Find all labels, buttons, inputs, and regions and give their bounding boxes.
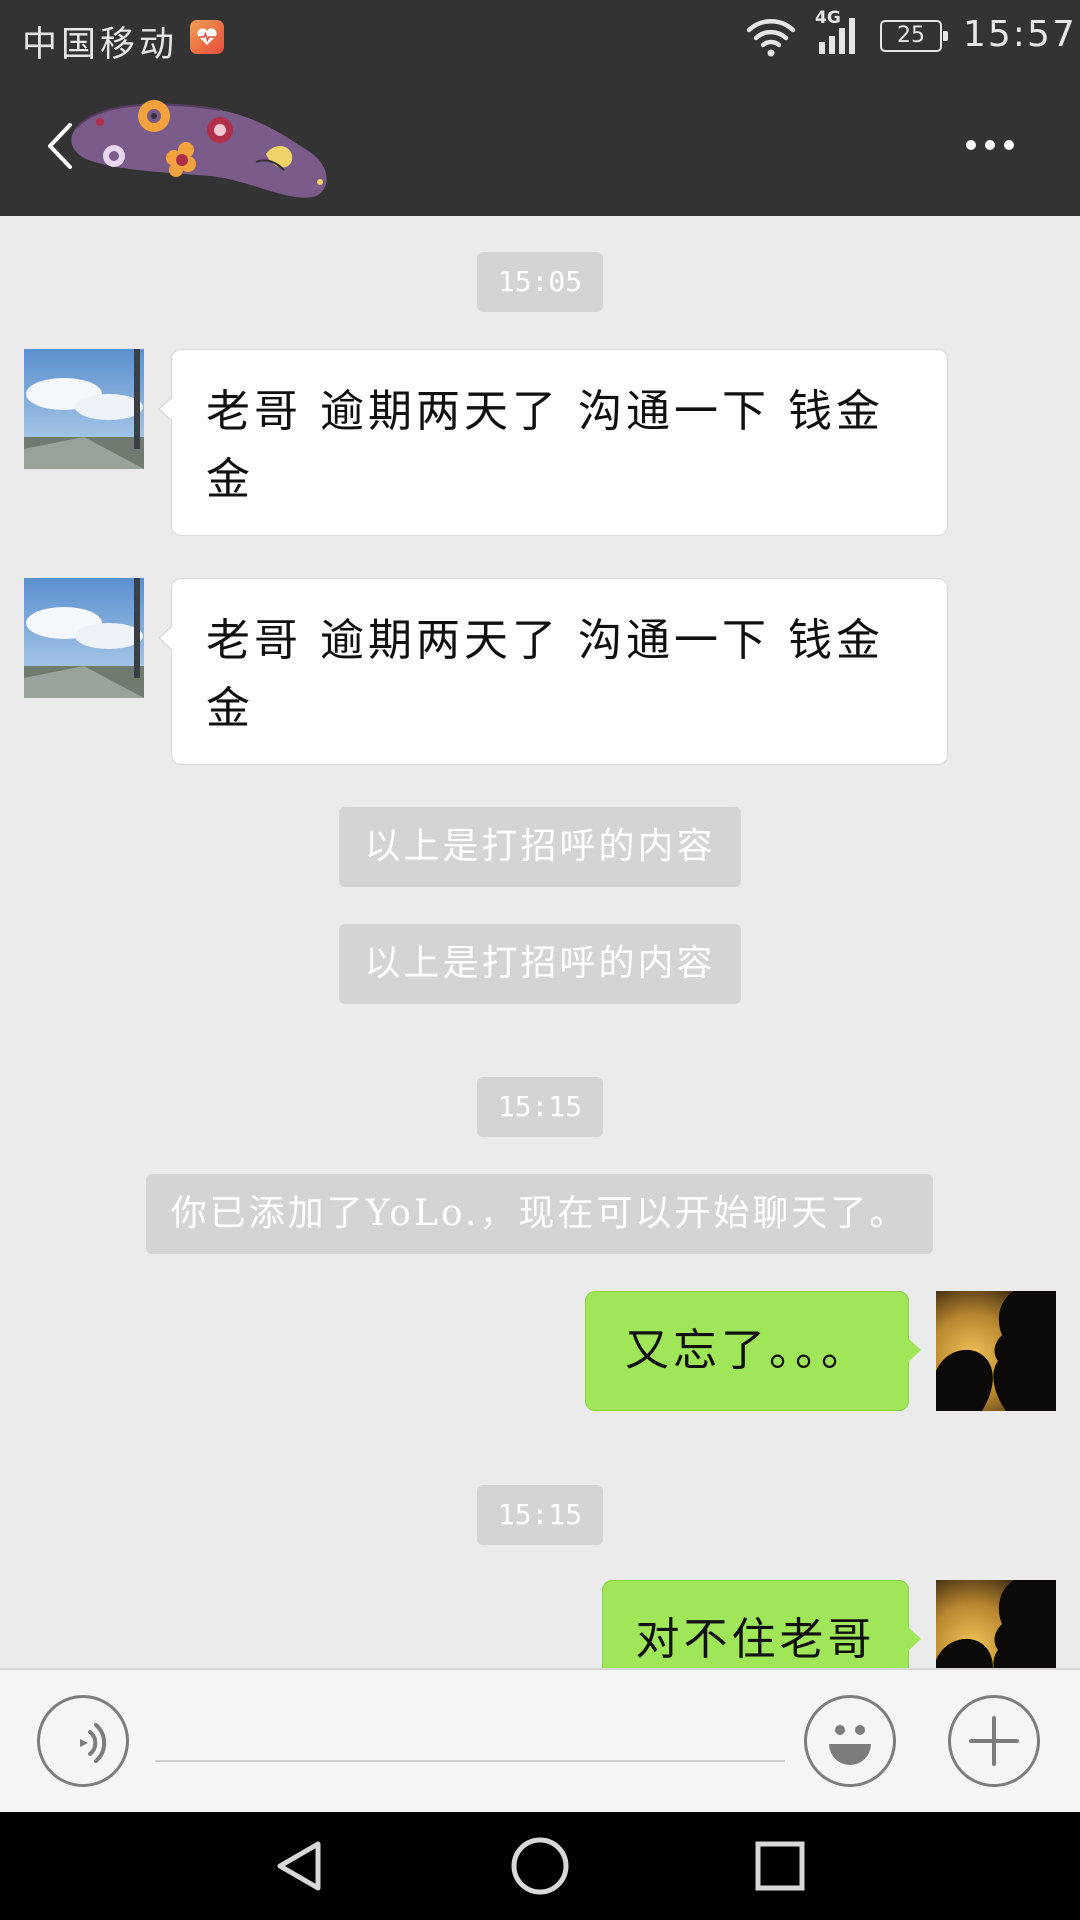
battery-level: 25	[897, 23, 925, 48]
message-text: 对不住老哥	[635, 1614, 876, 1665]
sticker-title-image	[71, 100, 327, 198]
message-text: 老哥 逾期两天了 沟通一下 钱金金	[206, 386, 884, 505]
system-nav-bar	[0, 1812, 1080, 1920]
emoji-icon[interactable]	[804, 1695, 896, 1787]
contact-avatar[interactable]	[24, 578, 144, 698]
wifi-icon	[746, 19, 796, 57]
system-notice: 你已添加了YoLo.，现在可以开始聊天了。	[146, 1174, 933, 1254]
my-avatar[interactable]	[936, 1291, 1056, 1411]
home-circle-icon[interactable]	[508, 1834, 572, 1898]
message-text: 老哥 逾期两天了 沟通一下 钱金金	[206, 615, 884, 734]
signal-icon: 4G	[815, 8, 863, 56]
health-app-icon	[190, 20, 224, 54]
chat-area[interactable]: 15:05 老哥 逾期两天了 沟通一下 钱金金 老哥 逾期两天了 沟通一下 钱金…	[0, 216, 1080, 1668]
recents-square-icon[interactable]	[750, 1836, 810, 1896]
voice-icon[interactable]	[37, 1695, 129, 1787]
contact-avatar[interactable]	[24, 349, 144, 469]
outgoing-message-bubble[interactable]: 对不住老哥	[602, 1580, 921, 1668]
input-bar	[0, 1668, 1080, 1812]
timestamp: 15:15	[477, 1077, 603, 1137]
carrier-name: 中国移动	[22, 25, 179, 65]
plus-icon[interactable]	[948, 1695, 1040, 1787]
timestamp: 15:05	[477, 252, 603, 312]
message-input[interactable]	[155, 1710, 785, 1762]
status-time: 15:57	[963, 14, 1077, 55]
system-notice: 以上是打招呼的内容	[339, 807, 741, 887]
incoming-message-bubble[interactable]: 老哥 逾期两天了 沟通一下 钱金金	[158, 578, 948, 765]
system-notice: 以上是打招呼的内容	[339, 924, 741, 1004]
my-avatar[interactable]	[936, 1580, 1056, 1668]
message-text: 又忘了。。。	[625, 1325, 869, 1376]
status-bar: 中国移动 4G 25 15:57	[0, 0, 1080, 75]
incoming-message-bubble[interactable]: 老哥 逾期两天了 沟通一下 钱金金	[158, 349, 948, 536]
outgoing-message-bubble[interactable]: 又忘了。。。	[585, 1291, 921, 1411]
chat-header	[0, 75, 1080, 216]
back-triangle-icon[interactable]	[270, 1836, 330, 1896]
more-dots-icon[interactable]	[955, 125, 1025, 165]
timestamp: 15:15	[477, 1485, 603, 1545]
battery-icon: 25	[880, 20, 948, 52]
